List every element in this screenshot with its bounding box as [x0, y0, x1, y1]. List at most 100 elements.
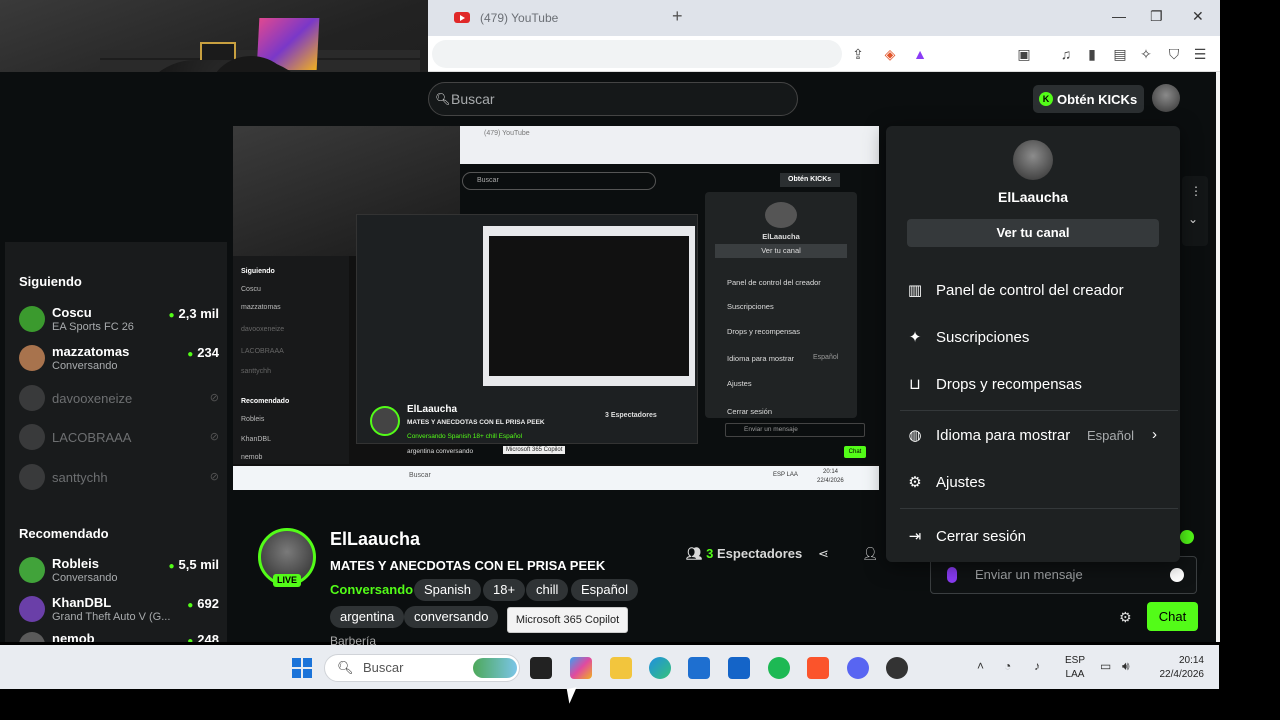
chevron-down-icon[interactable]: ⌄ [1188, 212, 1198, 226]
sidebar-item-santtychh[interactable]: santtychh ⊘ [19, 462, 219, 496]
channel-name[interactable]: ElLaaucha [330, 529, 420, 550]
edge-icon[interactable] [649, 657, 671, 679]
menu-icon[interactable]: ☰ [1192, 46, 1208, 62]
copilot-icon[interactable] [570, 657, 592, 679]
chat-send-button[interactable]: Chat [1147, 602, 1198, 631]
wallet-icon[interactable]: ▤ [1112, 46, 1128, 62]
user-avatar[interactable] [1152, 84, 1180, 112]
menu-divider [900, 508, 1178, 509]
obs-icon[interactable] [886, 657, 908, 679]
media-icon[interactable]: ♫ [1058, 46, 1074, 62]
mouse-cursor [566, 687, 580, 704]
sidebar-item-davooxeneize[interactable]: davooxeneize ⊘ [19, 383, 219, 417]
menu-item-language[interactable]: ◍ Idioma para mostrar Español › [902, 422, 1172, 450]
tag-spanish[interactable]: Spanish [414, 579, 481, 601]
offline-icon: ⊘ [209, 392, 219, 404]
browser-tab[interactable]: (479) YouTube [432, 4, 672, 32]
store-icon[interactable] [688, 657, 710, 679]
tag-conversando[interactable]: conversando [404, 606, 499, 628]
minimize-button[interactable]: — [1112, 8, 1126, 24]
stream-video[interactable]: (479) YouTube Buscar Obtén KICKs Siguien… [233, 126, 879, 490]
chat-options[interactable]: ⋮ ⌄ [1182, 176, 1208, 246]
emote-icon[interactable] [1180, 530, 1194, 544]
scrollbar[interactable] [1216, 72, 1220, 642]
emoji-icon[interactable] [1170, 568, 1184, 582]
category-link[interactable]: Conversando [330, 582, 413, 597]
follow-icon[interactable]: 👤︎ [862, 546, 879, 562]
logout-icon: ⇥ [908, 528, 922, 545]
network-icon[interactable]: ◔ [1004, 659, 1011, 673]
address-bar[interactable] [432, 40, 842, 68]
menu-item-logout[interactable]: ⇥ Cerrar sesión [902, 523, 1172, 551]
sidebar-item-mazzatomas[interactable]: mazzatomas Conversando 234 [19, 343, 219, 377]
get-kicks-button[interactable]: K Obtén KICKs [1033, 85, 1144, 113]
volume-icon[interactable]: 🔊︎ [1122, 659, 1130, 674]
sidebar-item-lacobraaa[interactable]: LACOBRAAA ⊘ [19, 422, 219, 456]
embed-menu-user: ElLaaucha [762, 232, 800, 241]
sidebar-item-khandbl[interactable]: KhanDBL Grand Theft Auto V (G... 692 [19, 594, 219, 628]
menu-item-subscriptions[interactable]: ✦ Suscripciones [902, 324, 1172, 352]
embed-channel-avatar [370, 406, 400, 436]
embed-search: Buscar [462, 172, 656, 190]
view-channel-button[interactable]: Ver tu canal [907, 219, 1159, 247]
discord-icon[interactable] [847, 657, 869, 679]
menu-item-creator-dashboard[interactable]: ▥ Panel de control del creador [902, 277, 1172, 305]
tag-18plus[interactable]: 18+ [483, 579, 526, 601]
tag-espanol[interactable]: Español [571, 579, 638, 601]
tag-argentina[interactable]: argentina [330, 606, 405, 628]
mic-tray-icon[interactable]: ♪ [1034, 659, 1040, 673]
viewer-number: 3 [706, 546, 714, 561]
embed-sb-item: mazzatomas [241, 304, 281, 311]
embed-clock-date: 22/4/2026 [817, 478, 844, 484]
embed-sb-item: nemob [241, 454, 263, 461]
embed-tags2: argentina conversando [407, 448, 474, 455]
menu-item-drops[interactable]: ⊔ Drops y recompensas [902, 371, 1172, 399]
display-icon[interactable]: ▭ [1100, 659, 1111, 673]
embed-following: Siguiendo [241, 268, 275, 275]
new-tab-button[interactable]: + [672, 6, 683, 27]
windows-start-button[interactable] [292, 658, 312, 678]
tab-search-icon[interactable]: ▣ [1016, 46, 1032, 62]
viewer-count: 👥︎ 3 Espectadores [686, 546, 802, 562]
menu-avatar [1013, 140, 1053, 180]
restore-button[interactable]: ❐ [1150, 8, 1163, 25]
spotify-icon[interactable] [768, 657, 790, 679]
input-language[interactable]: ESP LAA [1062, 654, 1088, 682]
brave-rewards-icon[interactable]: ▲ [912, 46, 928, 62]
menu-item-settings[interactable]: ⚙ Ajustes [902, 469, 1172, 497]
share-icon[interactable]: ⋖ [818, 546, 829, 562]
live-badge: LIVE [273, 574, 301, 587]
share-icon[interactable]: ⇪ [850, 46, 866, 62]
sidebar-item-coscu[interactable]: Coscu EA Sports FC 26 2,3 mil [19, 304, 219, 338]
embed-sb-item: LACOBRAAA [241, 348, 284, 355]
lang-code: ESP [1064, 655, 1085, 666]
tag-chill[interactable]: chill [526, 579, 569, 601]
brave-icon[interactable] [807, 657, 829, 679]
sidebar-item-robleis[interactable]: Robleis Conversando 5,5 mil [19, 555, 219, 589]
close-window-button[interactable]: ✕ [1192, 8, 1204, 25]
mic-icon[interactable] [947, 567, 957, 583]
menu-item-label: Suscripciones [936, 329, 1030, 346]
menu-username: ElLaaucha [997, 189, 1069, 205]
chat-settings-icon[interactable]: ⚙ [1119, 609, 1132, 626]
task-view-icon[interactable] [530, 657, 552, 679]
brave-shield-icon[interactable]: ◈ [882, 46, 898, 62]
copilot-tooltip: Microsoft 365 Copilot [507, 607, 628, 633]
chevron-right-icon: › [1152, 426, 1157, 443]
clock[interactable]: 20:14 22/4/2026 [1146, 654, 1205, 682]
vpn-icon[interactable]: ⛉ [1166, 46, 1182, 62]
taskbar-search[interactable]: 🔍︎ Buscar [324, 654, 520, 682]
viewer-count: 248 [187, 632, 219, 642]
chevron-up-icon[interactable]: ˄ [977, 659, 984, 673]
sidebar-item-nemob[interactable]: nemob 248 [19, 630, 219, 642]
embed-menu-item: Suscripciones [727, 302, 774, 311]
file-explorer-icon[interactable] [610, 657, 632, 679]
sidebar-toggle-icon[interactable]: ▮ [1084, 46, 1100, 62]
leo-ai-icon[interactable]: ✧ [1138, 46, 1154, 62]
kicks-label: Obtén KICKs [1057, 91, 1138, 107]
search-input[interactable]: 🔍︎ Buscar [428, 82, 798, 116]
outlook-icon[interactable] [728, 657, 750, 679]
viewer-count: 234 [187, 345, 219, 360]
kebab-icon[interactable]: ⋮ [1190, 184, 1202, 198]
embed-channel-name: ElLaaucha [407, 404, 458, 415]
